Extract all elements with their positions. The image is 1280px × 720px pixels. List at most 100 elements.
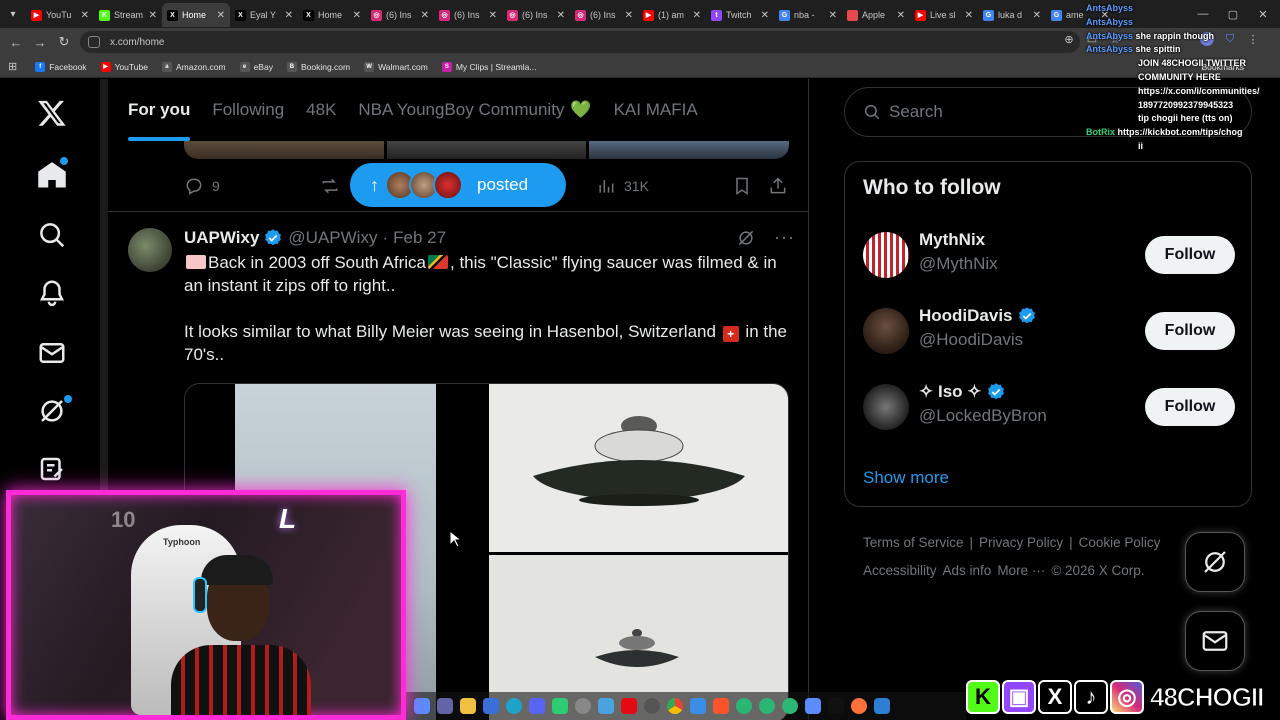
back-button[interactable]: ← xyxy=(4,30,28,54)
avatar[interactable] xyxy=(863,384,909,430)
bookmark-button[interactable] xyxy=(732,176,752,196)
app-icon[interactable] xyxy=(805,698,821,714)
drafts-compose-icon[interactable] xyxy=(36,453,68,485)
close-tab-icon[interactable]: ✕ xyxy=(625,10,633,21)
browser-tab[interactable]: t Twitch ✕ xyxy=(706,3,774,27)
tiktok-icon[interactable] xyxy=(828,698,844,714)
follow-button[interactable]: Follow xyxy=(1145,236,1235,274)
apps-grid-icon[interactable]: ⊞ xyxy=(8,60,17,73)
suggestion-handle[interactable]: @HoodiDavis xyxy=(919,330,1023,350)
zoom-icon[interactable]: ⊕ xyxy=(1062,32,1076,46)
follow-suggestion[interactable]: MythNix @MythNix Follow xyxy=(863,226,1235,286)
x-logo-icon[interactable] xyxy=(36,97,68,129)
follow-button[interactable]: Follow xyxy=(1145,312,1235,350)
bookmark-item[interactable]: S My Clips | Streamla... xyxy=(441,61,536,72)
browser-tab[interactable]: Gluka d ✕ xyxy=(978,3,1046,27)
teams-icon[interactable] xyxy=(437,698,453,714)
grok-icon[interactable] xyxy=(736,228,756,248)
avatar[interactable] xyxy=(863,232,909,278)
app-icon[interactable] xyxy=(782,698,798,714)
close-window-button[interactable]: ✕ xyxy=(1248,0,1278,28)
avatar[interactable] xyxy=(128,228,172,272)
author-handle[interactable]: @UAPWixy xyxy=(288,228,377,248)
bookmark-item[interactable]: a Amazon.com xyxy=(161,61,226,72)
previous-tweet-media[interactable] xyxy=(184,141,789,159)
browser-tab[interactable]: X Home ✕ xyxy=(298,3,366,27)
browser-tab[interactable]: ◎ (6) Ins ✕ xyxy=(570,3,638,27)
browser-tab[interactable]: Gnba - ✕ xyxy=(774,3,842,27)
verified-badge-icon[interactable] xyxy=(263,228,283,248)
bookmark-item[interactable]: ▶ YouTube xyxy=(100,61,148,72)
tweet-date[interactable]: Feb 27 xyxy=(393,228,446,248)
app-icon[interactable] xyxy=(736,698,752,714)
browser-menu-icon[interactable]: ⋮ xyxy=(1246,32,1260,46)
bookmark-item[interactable]: f Facebook xyxy=(35,61,87,72)
footer-link[interactable]: Privacy Policy xyxy=(979,535,1063,550)
firefox-icon[interactable] xyxy=(851,698,867,714)
close-tab-icon[interactable]: ✕ xyxy=(421,10,429,21)
close-tab-icon[interactable]: ✕ xyxy=(557,10,565,21)
close-tab-icon[interactable]: ✕ xyxy=(693,10,701,21)
show-more-link[interactable]: Show more xyxy=(863,468,949,488)
app-icon[interactable] xyxy=(644,698,660,714)
browser-tab[interactable]: K Stream ✕ xyxy=(94,3,162,27)
brave-icon[interactable] xyxy=(713,698,729,714)
netflix-icon[interactable] xyxy=(621,698,637,714)
more-options-icon[interactable]: ··· xyxy=(774,227,795,248)
close-tab-icon[interactable]: ✕ xyxy=(217,10,225,21)
browser-tab[interactable]: ▶ YouTu ✕ xyxy=(26,3,94,27)
close-tab-icon[interactable]: ✕ xyxy=(81,10,89,21)
chrome-icon[interactable] xyxy=(667,698,683,714)
close-tab-icon[interactable]: ✕ xyxy=(1033,10,1041,21)
url-bar[interactable]: x.com/home xyxy=(80,31,1080,53)
follow-suggestion[interactable]: ✧ Iso ✧ @LockedByBron Follow xyxy=(863,378,1235,438)
timeline-tab[interactable]: For you xyxy=(128,79,191,141)
footer-link[interactable]: Terms of Service xyxy=(863,535,964,550)
bookmark-item[interactable]: e eBay xyxy=(239,61,273,72)
forward-button[interactable]: → xyxy=(28,30,52,54)
share-button[interactable] xyxy=(768,176,788,196)
site-info-icon[interactable] xyxy=(88,36,100,48)
bookmark-item[interactable]: B Booking.com xyxy=(286,61,350,72)
maximize-button[interactable]: ▢ xyxy=(1218,0,1248,28)
close-tab-icon[interactable]: ✕ xyxy=(489,10,497,21)
suggestion-handle[interactable]: @MythNix xyxy=(919,254,998,274)
footer-link[interactable]: More ··· xyxy=(997,563,1045,578)
reload-button[interactable]: ↻ xyxy=(52,30,76,54)
tab-search-menu[interactable]: ▾ xyxy=(0,0,26,28)
suggestion-name[interactable]: ✧ Iso ✧ xyxy=(919,382,1006,402)
file-explorer-icon[interactable] xyxy=(460,698,476,714)
messages-floating-button[interactable] xyxy=(1185,611,1245,671)
footer-link[interactable]: Accessibility xyxy=(863,563,937,578)
bookmark-item[interactable]: W Walmart.com xyxy=(364,61,428,72)
suggestion-name[interactable]: MythNix xyxy=(919,230,985,250)
suggestion-handle[interactable]: @LockedByBron xyxy=(919,406,1047,426)
browser-tab[interactable]: ◎ (6) Ins ✕ xyxy=(366,3,434,27)
timeline-tab[interactable]: NBA YoungBoy Community 💚 xyxy=(358,79,591,141)
new-posts-pill[interactable]: ↑ posted xyxy=(350,163,566,207)
edge-icon[interactable] xyxy=(506,698,522,714)
grok-floating-button[interactable] xyxy=(1185,532,1245,592)
timeline-tab[interactable]: KAI MAFIA xyxy=(614,79,698,141)
notifications-bell-icon[interactable] xyxy=(36,277,68,309)
timeline-tab[interactable]: 48K xyxy=(306,79,336,141)
browser-tab[interactable]: ◎ (6) Ins ✕ xyxy=(434,3,502,27)
follow-suggestion[interactable]: HoodiDavis @HoodiDavis Follow xyxy=(863,302,1235,362)
repost-button[interactable] xyxy=(320,176,340,196)
timeline-tab[interactable]: Following xyxy=(212,79,284,141)
browser-tab[interactable]: ◎ (6) Ins ✕ xyxy=(502,3,570,27)
reply-button[interactable]: 9 xyxy=(184,176,220,196)
suggestion-name[interactable]: HoodiDavis xyxy=(919,306,1037,326)
avatar[interactable] xyxy=(863,308,909,354)
footer-link[interactable]: © 2026 X Corp. xyxy=(1051,563,1144,578)
browser-tab[interactable]: ▶ (1) am ✕ xyxy=(638,3,706,27)
browser-tab[interactable]: ▶ Live sl ✕ xyxy=(910,3,978,27)
close-tab-icon[interactable]: ✕ xyxy=(285,10,293,21)
footer-link[interactable]: Cookie Policy xyxy=(1079,535,1161,550)
tweet-photo-ufo-1[interactable] xyxy=(489,384,788,552)
discord-icon[interactable] xyxy=(529,698,545,714)
app-icon[interactable] xyxy=(598,698,614,714)
app-icon[interactable] xyxy=(759,698,775,714)
browser-tab[interactable]: Apple ✕ xyxy=(842,3,910,27)
explore-search-icon[interactable] xyxy=(36,219,68,251)
